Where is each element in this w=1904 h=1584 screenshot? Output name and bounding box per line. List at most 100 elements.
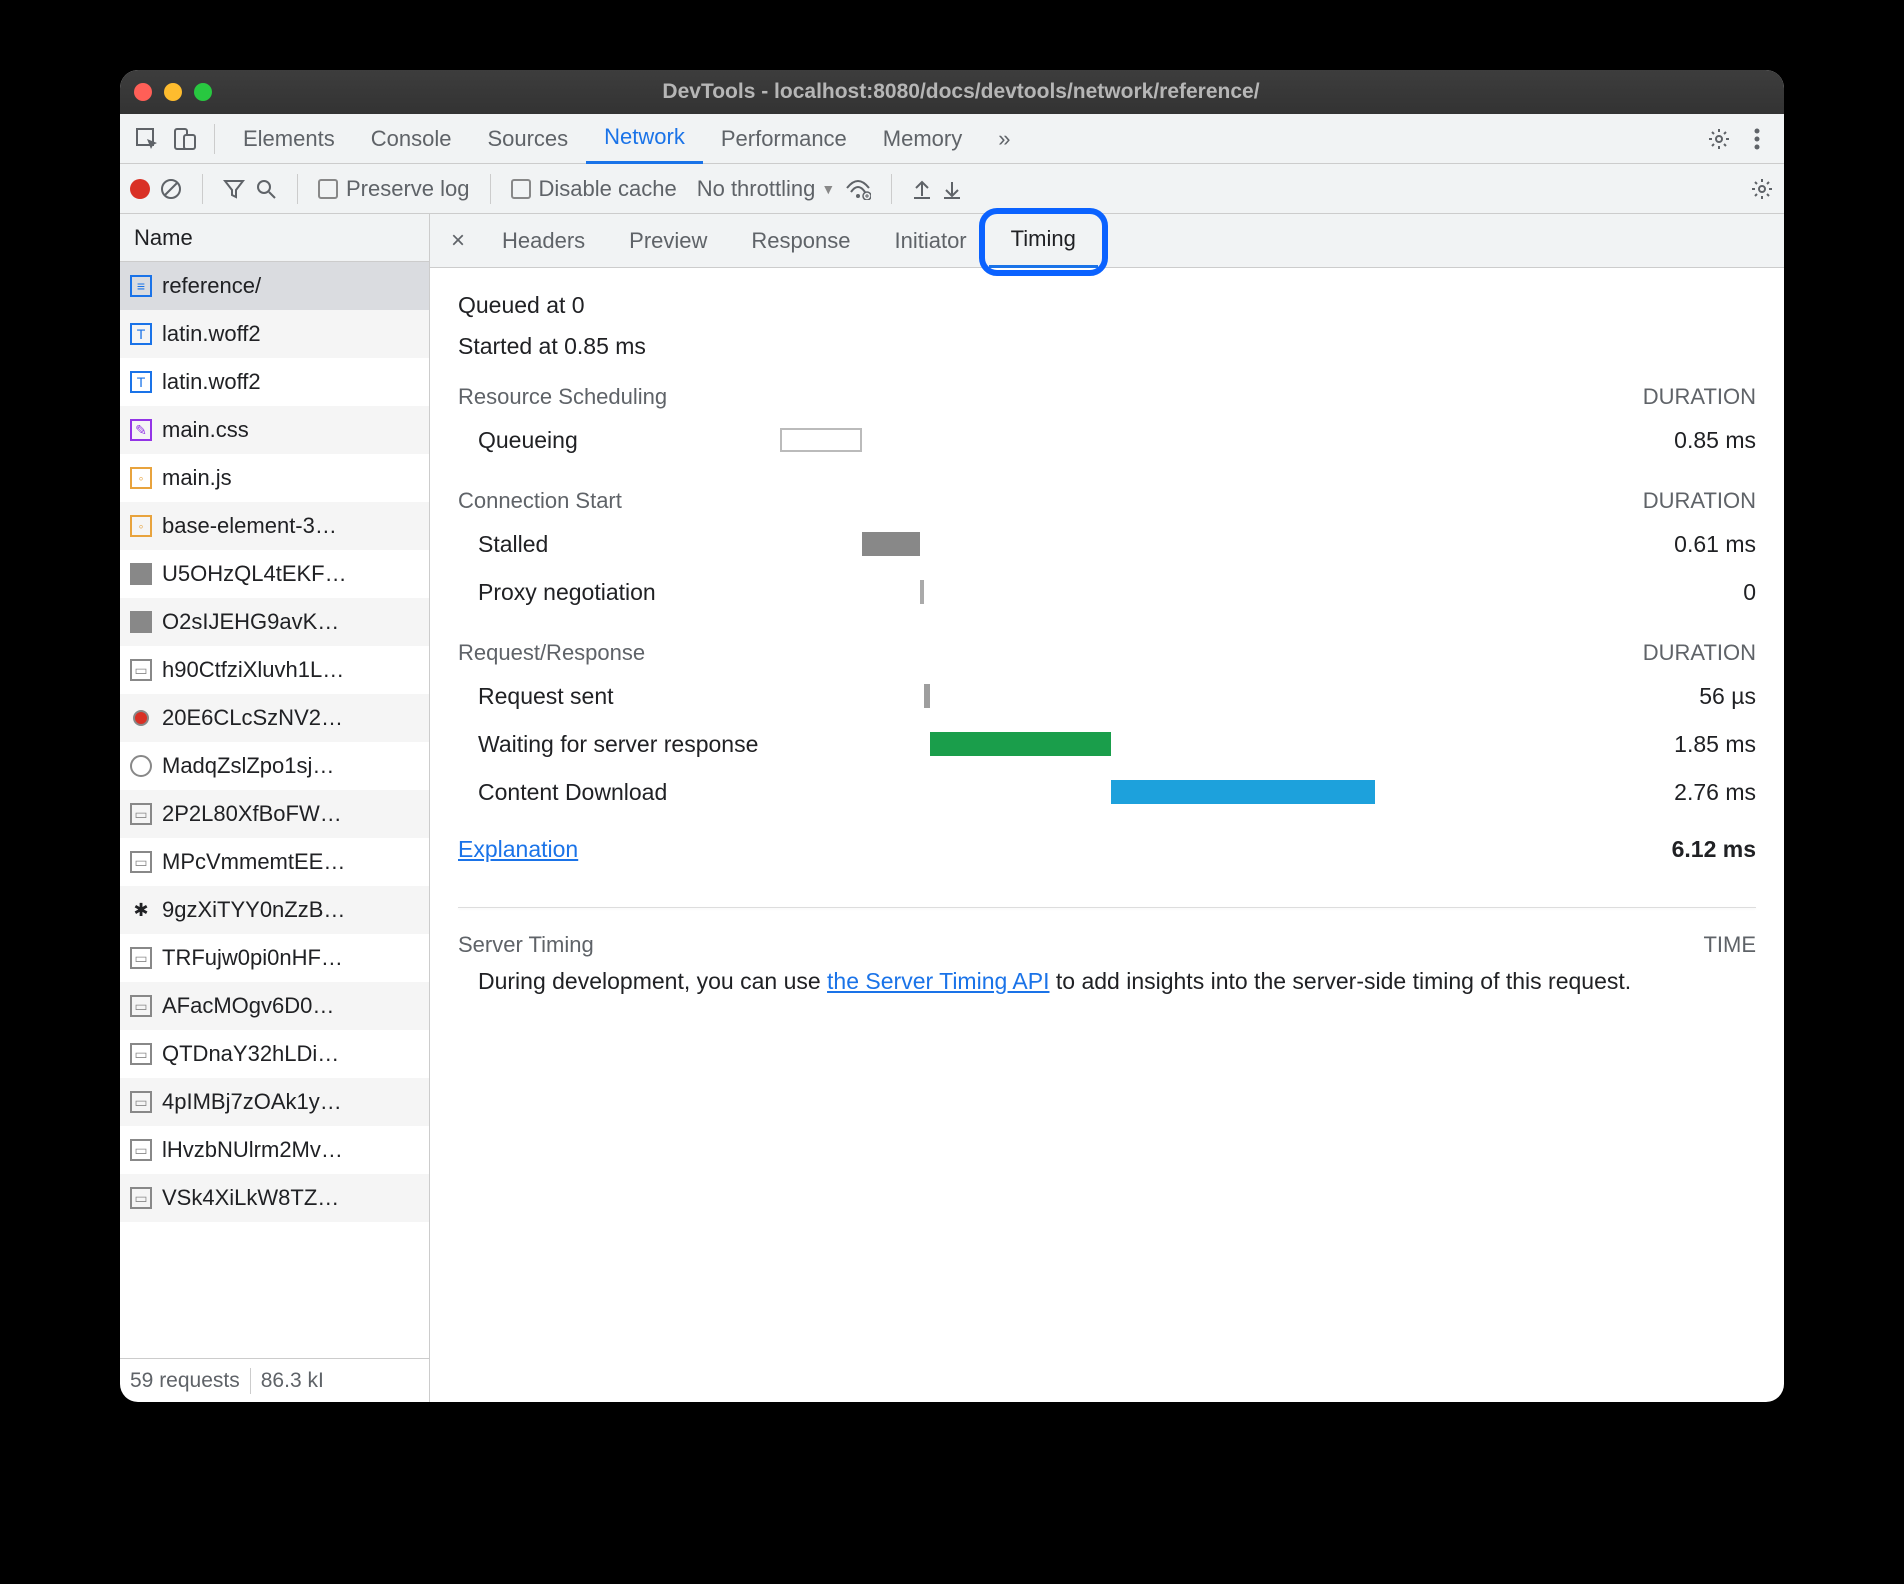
request-row[interactable]: ▭TRFujw0pi0nHF… [120, 934, 429, 982]
tab-elements[interactable]: Elements [225, 114, 353, 164]
search-icon[interactable] [255, 178, 277, 200]
tab-more[interactable]: » [980, 114, 1028, 164]
settings-icon[interactable] [1702, 122, 1736, 156]
name-column-header[interactable]: Name [120, 214, 429, 262]
started-at-label: Started at 0.85 ms [458, 333, 1756, 360]
request-name: main.css [162, 417, 249, 443]
explanation-link[interactable]: Explanation [458, 836, 578, 863]
import-har-icon[interactable] [912, 178, 932, 200]
request-row[interactable]: Tlatin.woff2 [120, 310, 429, 358]
tab-sources[interactable]: Sources [469, 114, 586, 164]
device-toolbar-icon[interactable] [168, 122, 202, 156]
request-row[interactable]: ▭QTDnaY32hLDi… [120, 1030, 429, 1078]
traffic-lights [134, 83, 212, 101]
request-row[interactable]: ≡reference/ [120, 262, 429, 310]
close-details-button[interactable]: × [436, 227, 480, 255]
request-row[interactable]: ▭2P2L80XfBoFW… [120, 790, 429, 838]
request-name: latin.woff2 [162, 369, 261, 395]
tab-headers[interactable]: Headers [480, 214, 607, 268]
preserve-log-checkbox[interactable]: Preserve log [318, 176, 470, 202]
request-row[interactable]: ▭ AFacMOgv6D0… [120, 982, 429, 1030]
timing-bar [862, 532, 920, 556]
chevron-down-icon: ▼ [821, 181, 835, 197]
file-type-icon [130, 755, 152, 777]
file-type-icon: T [130, 323, 152, 345]
tab-response[interactable]: Response [729, 214, 872, 268]
request-name: h90CtfziXluvh1L… [162, 657, 344, 683]
more-menu-icon[interactable] [1740, 122, 1774, 156]
server-timing-time-label: TIME [1703, 932, 1756, 958]
maximize-window-button[interactable] [194, 83, 212, 101]
request-row[interactable]: ▭VSk4XiLkW8TZ… [120, 1174, 429, 1222]
tab-preview[interactable]: Preview [607, 214, 729, 268]
request-row[interactable]: ▭lHvzbNUlrm2Mv… [120, 1126, 429, 1174]
export-har-icon[interactable] [942, 178, 962, 200]
record-button[interactable] [130, 179, 150, 199]
request-row[interactable]: 20E6CLcSzNV2… [120, 694, 429, 742]
request-name: TRFujw0pi0nHF… [162, 945, 343, 971]
divider [250, 1368, 251, 1394]
request-row[interactable]: ▭h90CtfziXluvh1L… [120, 646, 429, 694]
timing-bar-cell [780, 780, 1604, 804]
close-window-button[interactable] [134, 83, 152, 101]
request-row[interactable]: ▭MPcVmmemtEE… [120, 838, 429, 886]
timing-bar [930, 732, 1111, 756]
file-type-icon [130, 611, 152, 633]
server-timing-api-link[interactable]: the Server Timing API [827, 968, 1049, 994]
timing-row-value: 56 µs [1616, 683, 1756, 710]
network-settings-icon[interactable] [1750, 177, 1774, 201]
request-row[interactable]: MadqZslZpo1sj… [120, 742, 429, 790]
file-type-icon: ✎ [130, 419, 152, 441]
main-pane: Name ≡reference/Tlatin.woff2Tlatin.woff2… [120, 214, 1784, 1402]
file-type-icon: ◦ [130, 467, 152, 489]
tab-initiator[interactable]: Initiator [872, 214, 988, 268]
request-name: 9gzXiTYY0nZzB… [162, 897, 345, 923]
tab-network[interactable]: Network [586, 114, 703, 164]
request-name: latin.woff2 [162, 321, 261, 347]
timing-row: Request sent56 µs [458, 672, 1756, 720]
timing-row-label: Proxy negotiation [458, 579, 768, 606]
tab-performance[interactable]: Performance [703, 114, 865, 164]
request-row[interactable]: ◦main.js [120, 454, 429, 502]
window-title: DevTools - localhost:8080/docs/devtools/… [212, 80, 1710, 104]
request-name: base-element-3… [162, 513, 337, 539]
tab-console[interactable]: Console [353, 114, 470, 164]
request-name: 20E6CLcSzNV2… [162, 705, 343, 731]
preserve-log-label: Preserve log [346, 176, 470, 202]
minimize-window-button[interactable] [164, 83, 182, 101]
request-row[interactable]: ✎ main.css [120, 406, 429, 454]
request-row[interactable]: Tlatin.woff2 [120, 358, 429, 406]
status-bar: 59 requests 86.3 kI [120, 1358, 429, 1402]
requests-count: 59 requests [130, 1369, 240, 1393]
duration-label: DURATION [1643, 488, 1756, 514]
request-row[interactable]: ◦base-element-3… [120, 502, 429, 550]
tab-timing[interactable]: Timing [989, 214, 1098, 268]
timing-row: Content Download2.76 ms [458, 768, 1756, 816]
clear-button[interactable] [160, 178, 182, 200]
timing-row-label: Stalled [458, 531, 768, 558]
timing-section: Connection StartDURATIONStalled0.61 msPr… [458, 488, 1756, 616]
request-row[interactable]: ▭4pIMBj7zOAk1y… [120, 1078, 429, 1126]
request-row[interactable]: ✱ 9gzXiTYY0nZzB… [120, 886, 429, 934]
throttling-select[interactable]: No throttling ▼ [697, 176, 835, 202]
timing-bar-cell [780, 428, 1604, 452]
request-name: 4pIMBj7zOAk1y… [162, 1089, 342, 1115]
request-name: O2sIJEHG9avK… [162, 609, 339, 635]
request-name: AFacMOgv6D0… [162, 993, 334, 1019]
filter-icon[interactable] [223, 178, 245, 200]
disable-cache-checkbox[interactable]: Disable cache [511, 176, 677, 202]
timing-row-value: 0 [1616, 579, 1756, 606]
section-title: Resource Scheduling [458, 384, 667, 410]
file-type-icon: ▭ [130, 995, 152, 1017]
requests-list[interactable]: ≡reference/Tlatin.woff2Tlatin.woff2✎main… [120, 262, 429, 1358]
devtools-window: DevTools - localhost:8080/docs/devtools/… [120, 70, 1784, 1402]
tab-memory[interactable]: Memory [865, 114, 980, 164]
file-type-icon: T [130, 371, 152, 393]
request-row[interactable]: U5OHzQL4tEKF… [120, 550, 429, 598]
file-type-icon: ✱ [130, 899, 152, 921]
network-conditions-icon[interactable] [845, 178, 871, 200]
timing-bar-cell [780, 532, 1604, 556]
inspect-element-icon[interactable] [130, 122, 164, 156]
request-name: VSk4XiLkW8TZ… [162, 1185, 339, 1211]
request-row[interactable]: O2sIJEHG9avK… [120, 598, 429, 646]
